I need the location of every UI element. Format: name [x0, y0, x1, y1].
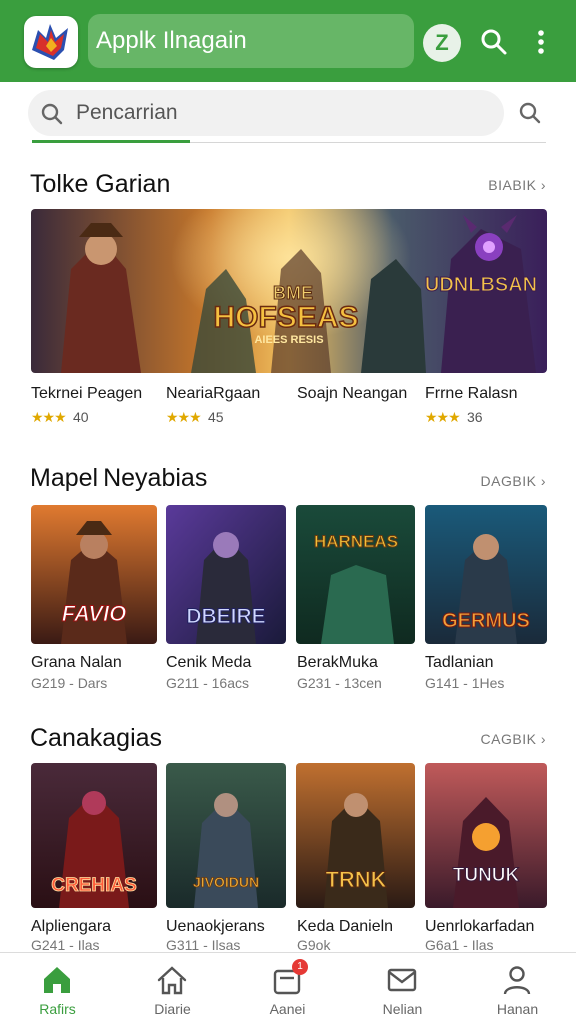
game-card-art-text: TUNUK	[453, 865, 520, 886]
more-menu-icon[interactable]	[526, 27, 556, 57]
banner-art-text-main: HOFSEAS	[213, 301, 358, 334]
game-name[interactable]: Uenaokjerans	[166, 918, 265, 936]
rating-stars-icon: ★★★	[166, 409, 202, 425]
app-title-box: Applk Ilnagain	[88, 14, 414, 68]
game-name[interactable]: Grana Nalan	[31, 654, 122, 672]
game-meta: G9ok	[297, 937, 331, 953]
game-card-art: FAVIO	[31, 505, 157, 644]
app-title: Applk Ilnagain	[96, 27, 247, 54]
game-card-art-text: DBEIRE	[186, 605, 265, 628]
game-card[interactable]: TUNUK	[425, 763, 547, 908]
search-submit-icon[interactable]	[518, 101, 542, 125]
game-name[interactable]: Alpliengara	[31, 918, 111, 936]
app-logo[interactable]	[24, 16, 78, 68]
game-card-art-text: JIVOIDUN	[193, 874, 259, 890]
featured-banner-art: BME HOFSEAS AIEES RESIS UDNLBSAN	[31, 209, 547, 373]
rating-value: 40	[73, 409, 89, 425]
game-card-art: TRNK	[296, 763, 415, 908]
tab-indicator	[32, 140, 190, 143]
home-icon	[44, 967, 70, 993]
nav-item-games[interactable]: Diarie	[115, 953, 230, 1025]
game-name[interactable]: Cenik Meda	[166, 654, 251, 672]
section-title-top-games: Tolke Garian	[30, 170, 171, 198]
see-all-link-top-games[interactable]: BIABIK ›	[488, 177, 546, 193]
banner-art-text-top: BME	[273, 283, 313, 303]
game-card-art-text: TRNK	[325, 867, 386, 892]
see-all-label: BIABIK	[488, 177, 537, 193]
game-card-art: DBEIRE	[166, 505, 286, 644]
app-logo-icon	[32, 24, 68, 60]
game-meta: G141 - 1Hes	[425, 675, 505, 691]
nav-label: Rafirs	[39, 1001, 76, 1017]
nav-label: Aanei	[269, 1001, 306, 1017]
nav-label: Diarie	[154, 1001, 191, 1017]
search-icon	[41, 103, 63, 125]
game-card-art: GERMUS	[425, 505, 547, 644]
top-game-name[interactable]: Frrne Ralasn	[425, 385, 517, 403]
game-card-art: CREHIAS	[31, 763, 157, 908]
game-meta: G219 - Dars	[31, 675, 108, 691]
game-card[interactable]: JIVOIDUN	[166, 763, 286, 908]
top-app-bar: Applk Ilnagain Z	[0, 0, 576, 82]
rating-stars-icon: ★★★	[31, 409, 67, 425]
game-name[interactable]: Tadlanian	[425, 654, 494, 672]
featured-banner[interactable]: BME HOFSEAS AIEES RESIS UDNLBSAN	[31, 209, 547, 373]
nav-item-profile[interactable]: Hanan	[460, 953, 575, 1025]
rating-value: 45	[208, 409, 224, 425]
nav-label: Nelian	[382, 1001, 423, 1017]
rating-value: 36	[467, 409, 483, 425]
game-card-art: JIVOIDUN	[166, 763, 286, 908]
game-name[interactable]: BerakMuka	[297, 654, 378, 672]
game-name[interactable]: Keda Danieln	[297, 918, 393, 936]
top-game-name[interactable]: Tekrnei Peagen	[31, 385, 142, 403]
search-icon[interactable]	[479, 27, 509, 57]
game-meta: G6a1 - Ilas	[425, 937, 494, 953]
nav-item-apps[interactable]: 1 Aanei	[230, 953, 345, 1025]
game-card[interactable]: HARNEAS	[296, 505, 415, 644]
game-name[interactable]: Uenrlokarfadan	[425, 918, 534, 936]
house-outline-icon	[157, 966, 187, 995]
see-all-link-categories[interactable]: CAGBIK ›	[481, 731, 546, 747]
game-meta: G311 - Ilsas	[166, 937, 241, 953]
game-card-art: HARNEAS	[296, 505, 415, 644]
mail-icon	[387, 968, 417, 992]
game-card-art-text: GERMUS	[442, 610, 530, 632]
profile-badge[interactable]: Z	[423, 24, 461, 62]
rating-stars-icon: ★★★	[425, 409, 461, 425]
game-card-art-text: CREHIAS	[51, 875, 137, 896]
game-card[interactable]: CREHIAS	[31, 763, 157, 908]
see-all-label: DAGBIK	[480, 473, 537, 489]
see-all-label: CAGBIK	[480, 731, 537, 747]
person-icon	[503, 966, 531, 995]
game-card-art: TUNUK	[425, 763, 547, 908]
nav-item-home[interactable]: Rafirs	[0, 953, 115, 1025]
banner-art-text-sub: AIEES RESIS	[254, 334, 323, 346]
game-card-art-text: FAVIO	[62, 601, 126, 626]
search-input[interactable]	[76, 97, 496, 129]
search-bar	[28, 90, 504, 136]
tab-divider	[190, 142, 546, 143]
see-all-link-popular[interactable]: DAGBIK ›	[481, 473, 546, 489]
top-game-name[interactable]: Soajn Neangan	[297, 385, 407, 403]
notification-badge: 1	[292, 959, 308, 975]
nav-item-messages[interactable]: Nelian	[345, 953, 460, 1025]
game-card[interactable]: DBEIRE	[166, 505, 286, 644]
banner-art-text-right: UDNLBSAN	[425, 274, 537, 296]
game-card-art-text: HARNEAS	[314, 532, 398, 551]
section-title-categories: Canakagias	[30, 724, 163, 752]
game-card[interactable]: TRNK	[296, 763, 415, 908]
section-title-popular: Mapel Neyabias	[30, 464, 208, 492]
game-meta: G211 - 16acs	[166, 675, 250, 691]
bottom-nav: Rafirs Diarie 1 Aanei Nelian Hanan	[0, 952, 576, 1025]
game-card[interactable]: GERMUS	[425, 505, 547, 644]
nav-label: Hanan	[496, 1001, 539, 1017]
game-meta: G241 - Ilas	[31, 937, 100, 953]
game-meta: G231 - 13cen	[297, 675, 382, 691]
game-card[interactable]: FAVIO	[31, 505, 157, 644]
top-game-name[interactable]: NeariaRgaan	[166, 385, 260, 403]
